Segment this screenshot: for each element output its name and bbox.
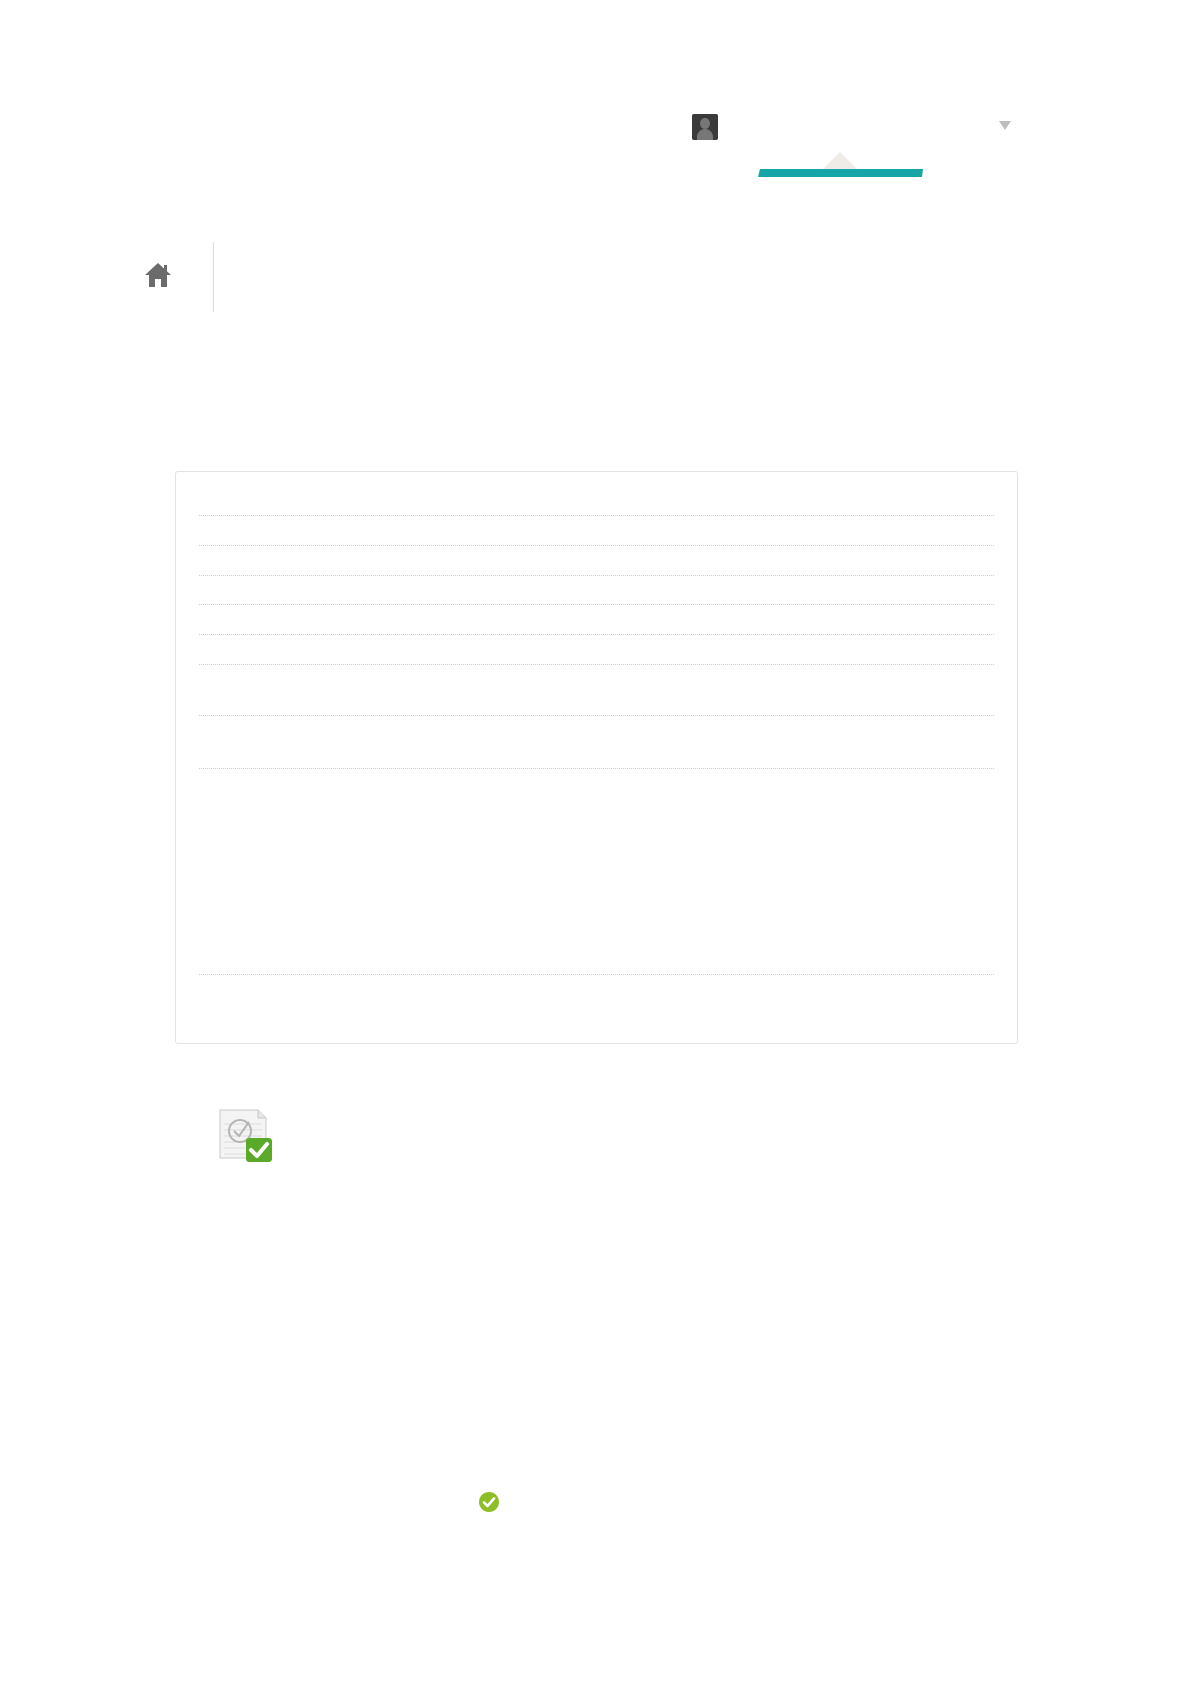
row-divider xyxy=(199,715,994,716)
active-tab-underline xyxy=(758,169,923,177)
row-divider xyxy=(199,634,994,635)
document-check-icon xyxy=(218,1108,274,1164)
row-divider xyxy=(199,515,994,516)
row-divider xyxy=(199,664,994,665)
active-nav-tab[interactable] xyxy=(757,148,923,178)
user-avatar-icon[interactable] xyxy=(692,114,718,140)
row-divider xyxy=(199,974,994,975)
breadcrumb xyxy=(130,242,330,314)
home-icon[interactable] xyxy=(142,260,174,290)
chevron-down-icon[interactable] xyxy=(994,116,1016,138)
breadcrumb-divider xyxy=(213,242,214,312)
top-navigation-bar xyxy=(0,0,1189,200)
check-circle-icon xyxy=(478,1491,500,1513)
row-divider xyxy=(199,604,994,605)
row-divider xyxy=(199,768,994,769)
avatar-body-shape xyxy=(697,129,713,140)
row-divider xyxy=(199,575,994,576)
avatar-head-shape xyxy=(700,118,710,129)
active-tab-caret xyxy=(823,152,857,169)
row-divider xyxy=(199,545,994,546)
details-panel xyxy=(175,471,1018,1044)
